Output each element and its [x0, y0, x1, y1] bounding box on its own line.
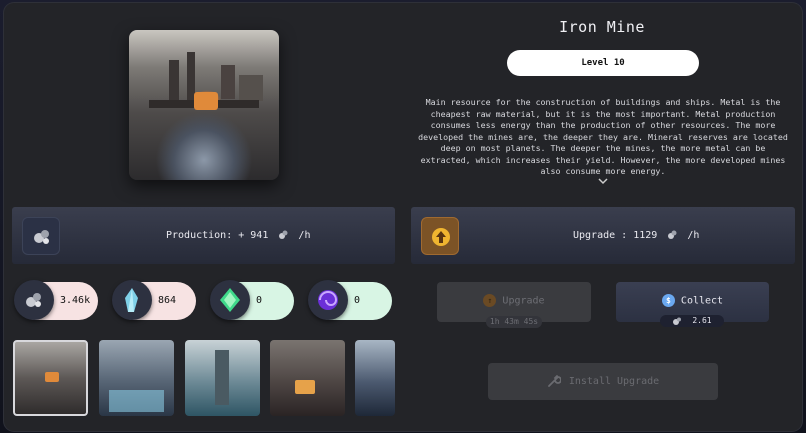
production-text: Production: + 941 /h [166, 207, 310, 264]
resource-metal: 3.46k [14, 280, 98, 320]
metal-ore-icon [668, 230, 677, 239]
resource-value: 0 [354, 295, 361, 306]
install-upgrade-button[interactable]: Install Upgrade [488, 363, 718, 400]
resource-deuterium: 0 [210, 280, 294, 320]
thumbnail-crystal-mine[interactable] [99, 340, 174, 416]
upgrade-info-label: Upgrade : 1129 [573, 230, 658, 241]
upgrade-info-unit: /h [687, 230, 700, 241]
metal-ore-icon [279, 230, 288, 239]
metal-ore-icon [673, 317, 682, 325]
building-title: Iron Mine [559, 18, 645, 36]
production-bar: Production: + 941 /h [12, 207, 395, 264]
resource-value: 3.46k [60, 295, 91, 306]
level-badge: Level 10 [507, 50, 699, 76]
production-unit: /h [298, 230, 311, 241]
upgrade-info-text: Upgrade : 1129 /h [573, 207, 699, 264]
collect-amount: 2.61 [660, 315, 724, 327]
building-image [129, 30, 279, 180]
resource-crystal: 864 [112, 280, 196, 320]
dollar-coin-icon: $ [661, 294, 675, 307]
chevron-down-icon[interactable] [596, 177, 610, 189]
thumbnail-deuterium-tower[interactable] [185, 340, 260, 416]
resource-value: 0 [256, 295, 263, 306]
thumbnail-factory[interactable] [355, 340, 395, 416]
upgrade-timer: 1h 43m 45s [486, 316, 542, 328]
upgrade-button-label: Upgrade [502, 295, 545, 307]
thumbnail-solar-plant[interactable] [270, 340, 345, 416]
purple-vortex-icon [308, 280, 348, 320]
metal-ore-icon [14, 280, 54, 320]
install-upgrade-label: Install Upgrade [568, 376, 660, 387]
upgrade-info-bar: Upgrade : 1129 /h [411, 207, 795, 264]
resource-value: 864 [158, 295, 177, 306]
building-description: Main resource for the construction of bu… [418, 97, 788, 176]
green-gem-icon [210, 280, 250, 320]
crystal-icon [112, 280, 152, 320]
upgrade-arrow-icon [421, 217, 459, 255]
collect-amount-value: 2.61 [692, 316, 712, 325]
upgrade-coin-icon: ↑ [483, 294, 497, 307]
resource-dark-matter: 0 [308, 280, 392, 320]
wrench-icon [547, 375, 562, 387]
collect-button-label: Collect [680, 295, 724, 307]
production-label: Production: + 941 [166, 230, 269, 241]
metal-ore-icon [22, 217, 60, 255]
thumbnail-iron-mine[interactable] [13, 340, 88, 416]
